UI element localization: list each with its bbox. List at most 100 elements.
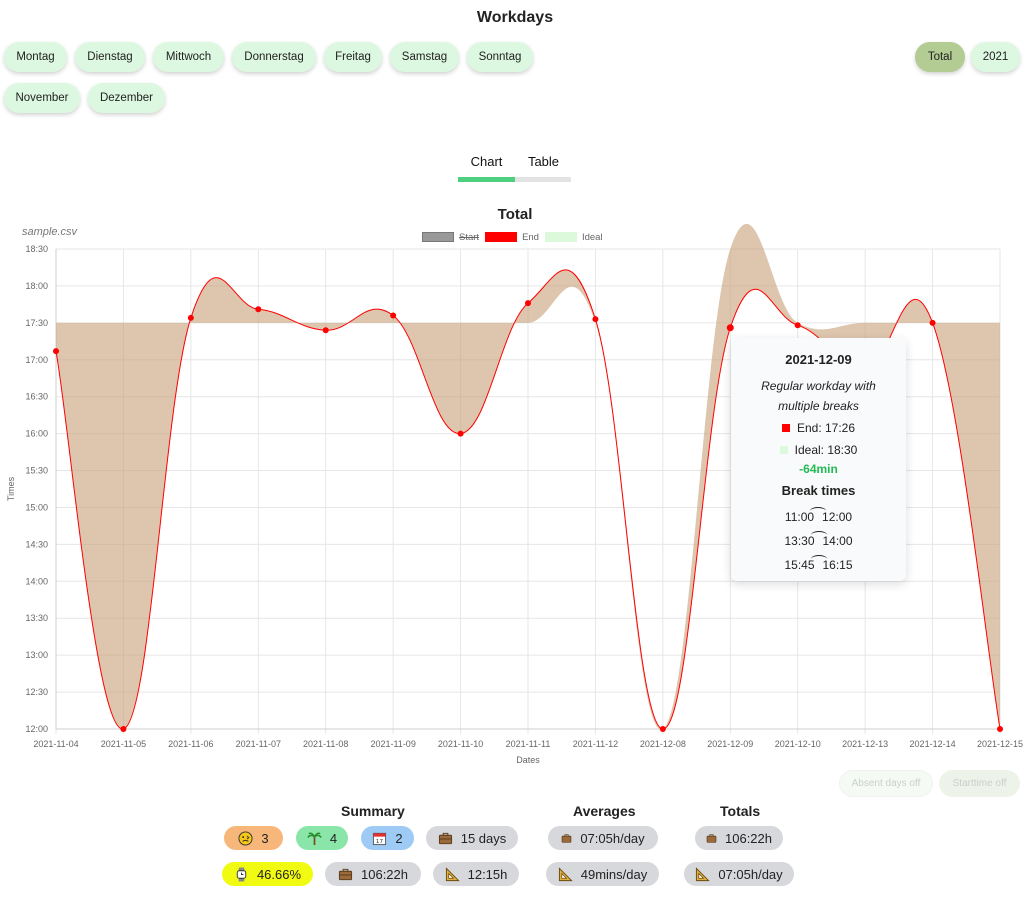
x-tick-label: 2021-11-11 (506, 739, 551, 749)
x-axis-label: Dates (516, 755, 540, 765)
triangle-ruler-icon (696, 866, 711, 881)
end-data-point (659, 726, 666, 732)
x-tick-label: 2021-12-14 (910, 739, 956, 749)
totals-hours-badge: 106:22h (695, 826, 783, 850)
x-tick-label: 2021-11-09 (370, 739, 415, 749)
x-tick-label: 2021-12-13 (842, 739, 888, 749)
end-data-point (390, 312, 397, 319)
watch-icon (236, 866, 247, 882)
percentage-value: 46.66% (256, 866, 302, 882)
overtime-value: 12:15h (467, 866, 508, 882)
y-tick-label: 17:00 (25, 355, 48, 365)
summary-title: Summary (341, 803, 405, 819)
tooltip-break-1: 11:00 12:00 (731, 505, 906, 529)
palm-tree-icon (307, 832, 322, 845)
totals-per-day-value: 07:05h/day (718, 866, 783, 882)
holidays-count: 2 (395, 830, 403, 846)
triangle-ruler-icon (558, 866, 573, 881)
end-data-point (794, 322, 801, 329)
calendar-icon: 17 (373, 832, 387, 845)
average-break-badge: 49mins/day (546, 862, 659, 886)
x-tick-label: 2021-11-10 (438, 739, 483, 749)
x-tick-label: 2021-11-05 (101, 739, 146, 749)
y-tick-label: 16:30 (25, 392, 48, 402)
end-data-point (255, 306, 262, 313)
work-days-count: 15 days (460, 830, 507, 846)
totals-title: Totals (720, 803, 761, 819)
end-data-point (997, 726, 1003, 732)
x-tick-label: 2021-11-06 (168, 739, 213, 749)
tooltip-end-swatch (781, 424, 790, 432)
end-data-point (929, 319, 936, 326)
tooltip-break-3: 15:45 16:15 (731, 553, 906, 577)
tooltip-diff: -64min (799, 462, 838, 476)
briefcase-icon (338, 868, 353, 880)
end-data-point (525, 300, 531, 307)
end-data-point (120, 726, 127, 732)
totals-per-day-badge: 07:05h/day (684, 862, 794, 886)
sick-days-count: 3 (261, 830, 269, 846)
tooltip-break-2: 13:30 14:00 (731, 529, 906, 553)
averages-title: Averages (573, 803, 636, 819)
end-data-point (187, 314, 194, 321)
end-data-point (457, 430, 464, 437)
starttime-toggle[interactable]: Starttime off (939, 770, 1020, 797)
sick-days-badge: 3 (224, 826, 283, 850)
average-break-value: 49mins/day (580, 866, 648, 882)
x-tick-label: 2021-12-15 (977, 739, 1023, 749)
total-hours-value: 106:22h (361, 866, 408, 882)
briefcase-icon (562, 833, 572, 843)
average-hours-value: 07:05h/day (580, 830, 645, 846)
holidays-badge: 17 2 (361, 826, 414, 850)
total-hours-badge: 106:22h (325, 862, 421, 886)
tooltip-date: 2021-12-09 (785, 352, 852, 367)
y-tick-label: 17:30 (25, 318, 48, 328)
end-data-point (726, 324, 734, 332)
break-3-from: 15:45 (784, 558, 815, 572)
average-hours-badge: 07:05h/day (548, 826, 658, 850)
tooltip-ideal: Ideal: 18:30 (794, 443, 858, 457)
break-2-to: 14:00 (822, 534, 853, 548)
y-tick-label: 18:30 (25, 244, 48, 254)
x-tick-label: 2021-11-04 (33, 739, 78, 749)
y-tick-label: 14:30 (25, 539, 48, 549)
chart-tooltip: 2021-12-09 Regular workday with multiple… (731, 338, 906, 581)
x-tick-label: 2021-11-08 (303, 739, 348, 749)
absent-days-toggle[interactable]: Absent days off (839, 770, 933, 797)
vacation-days-badge: 4 (296, 826, 348, 850)
end-data-point (592, 316, 599, 323)
work-days-badge: 15 days (426, 826, 518, 850)
y-tick-label: 12:00 (25, 724, 48, 734)
y-tick-label: 15:30 (25, 466, 48, 476)
triangle-ruler-icon (445, 866, 460, 881)
x-tick-label: 2021-12-08 (640, 739, 686, 749)
vacation-days-count: 4 (329, 830, 338, 846)
end-data-point (53, 348, 59, 355)
tooltip-end-row: End: 17:26 (731, 418, 906, 438)
briefcase-icon (438, 832, 452, 844)
tooltip-description: Regular workday with multiple breaks (761, 379, 876, 413)
briefcase-icon (706, 833, 717, 843)
overtime-badge: 12:15h (433, 862, 519, 886)
break-1-to: 12:00 (822, 510, 853, 524)
break-2-from: 13:30 (784, 534, 815, 548)
tooltip-ideal-row: Ideal: 18:30 (731, 440, 906, 460)
y-tick-label: 14:00 (25, 576, 48, 586)
tooltip-ideal-swatch (779, 446, 788, 454)
y-tick-label: 18:00 (25, 281, 48, 291)
percentage-badge: 46.66% (222, 862, 313, 886)
sick-face-icon (238, 830, 253, 846)
y-tick-label: 15:00 (25, 502, 48, 512)
end-data-point (322, 327, 329, 334)
break-3-to: 16:15 (822, 558, 853, 572)
x-tick-label: 2021-12-09 (707, 739, 753, 749)
y-tick-label: 13:00 (25, 650, 48, 660)
svg-text:17: 17 (376, 839, 384, 845)
y-tick-label: 16:00 (25, 429, 48, 439)
y-tick-label: 12:30 (25, 687, 48, 697)
y-tick-label: 13:30 (25, 613, 48, 623)
x-tick-label: 2021-12-10 (775, 739, 821, 749)
x-tick-label: 2021-11-12 (573, 739, 618, 749)
y-axis-label: Times (6, 476, 16, 501)
x-tick-label: 2021-11-07 (236, 739, 281, 749)
